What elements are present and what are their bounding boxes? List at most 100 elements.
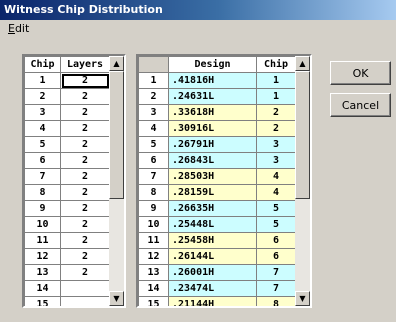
row-number: 14 [138,280,169,297]
layers-cell[interactable]: 2 [60,232,110,249]
chip-cell[interactable]: 6 [256,248,296,265]
chip-column-header[interactable]: Chip [256,56,296,73]
design-cell[interactable]: .24631L [168,88,257,105]
design-cell[interactable]: .25458H [168,232,257,249]
layers-cell[interactable]: 2 [60,104,110,121]
chip-cell[interactable]: 2 [256,120,296,137]
design-cell[interactable]: .26635H [168,200,257,217]
menu-edit-mnemonic: E [8,22,15,35]
chip-cell[interactable]: 2 [256,104,296,121]
design-cell[interactable]: .26791H [168,136,257,153]
table-row: 2.24631L 1 [138,88,296,105]
layers-cell[interactable]: 2 [60,120,110,137]
scroll-down-arrow-icon[interactable]: ▼ [109,291,124,306]
layers-cell[interactable]: 2 [60,152,110,169]
chip-cell: 9 [24,200,61,217]
table-row: 62 [24,152,110,169]
row-number: 9 [138,200,169,217]
table-row: 5.26791H 3 [138,136,296,153]
chip-cell[interactable]: 1 [256,72,296,89]
chip-cell[interactable]: 3 [256,152,296,169]
chip-cell[interactable]: 5 [256,216,296,233]
layers-cell[interactable]: 2 [60,216,110,233]
layers-cell[interactable]: 2 [60,248,110,265]
row-number: 11 [138,232,169,249]
design-cell[interactable]: .33618H [168,104,257,121]
table-row: 7.28503H 4 [138,168,296,185]
table-row: 10 2 [24,216,110,233]
table-row: 15 [24,296,110,306]
layers-cell[interactable] [60,296,110,306]
design-table: Design Chip 1.41816H 1 2.24631L 1 3.33618H 2 4… [136,54,312,308]
chip-cell[interactable]: 4 [256,184,296,201]
chip-cell: 8 [24,184,61,201]
chip-cell: 2 [24,88,61,105]
design-cell[interactable]: .30916L [168,120,257,137]
chip-cell[interactable]: 7 [256,264,296,281]
design-cell[interactable]: .26001H [168,264,257,281]
design-cell[interactable]: .26843L [168,152,257,169]
table-row: 13 2 [24,264,110,281]
design-cell[interactable]: .28159L [168,184,257,201]
layers-cell[interactable]: 2 [60,168,110,185]
row-number: 4 [138,120,169,137]
scrollbar-thumb[interactable] [295,71,310,199]
design-cell[interactable]: .23474L [168,280,257,297]
layers-cell[interactable]: 2 [60,88,110,105]
table-row: 4.30916L 2 [138,120,296,137]
ok-button[interactable]: OK [330,61,391,85]
chip-cell[interactable]: 7 [256,280,296,297]
chip-cell: 15 [24,296,61,306]
chip-cell[interactable]: 6 [256,232,296,249]
layers-cell[interactable]: 2 [60,184,110,201]
scroll-up-arrow-icon[interactable]: ▲ [295,56,310,71]
table-row: 15.21144H 8 [138,296,296,306]
layers-cell[interactable]: 2 [60,72,110,89]
table-row: 14 [24,280,110,297]
table-row: 92 [24,200,110,217]
design-cell[interactable]: .21144H [168,296,257,306]
table-row: 14.23474L 7 [138,280,296,297]
menu-bar: Edit [0,20,396,38]
row-number: 10 [138,216,169,233]
table-row: 42 [24,120,110,137]
layers-cell[interactable]: 2 [60,200,110,217]
cancel-button[interactable]: Cancel [330,93,391,117]
table-row: 6.26843L 3 [138,152,296,169]
table-row: 52 [24,136,110,153]
chip-cell: 7 [24,168,61,185]
row-number: 12 [138,248,169,265]
design-cell[interactable]: .41816H [168,72,257,89]
row-number: 7 [138,168,169,185]
chip-cell[interactable]: 4 [256,168,296,185]
chip-cell: 4 [24,120,61,137]
chip-cell: 13 [24,264,61,281]
scroll-up-arrow-icon[interactable]: ▲ [109,56,124,71]
design-cell[interactable]: .26144L [168,248,257,265]
chip-column-header[interactable]: Chip [24,56,61,73]
chip-cell[interactable]: 1 [256,88,296,105]
design-cell[interactable]: .25448L [168,216,257,233]
chip-cell: 11 [24,232,61,249]
chip-cell[interactable]: 5 [256,200,296,217]
layers-cell[interactable]: 2 [60,136,110,153]
chip-cell[interactable]: 3 [256,136,296,153]
layers-cell[interactable]: 2 [60,264,110,281]
design-scrollbar[interactable]: ▲ ▼ [295,56,310,306]
table-row: 12 [24,72,110,89]
chip-cell[interactable]: 8 [256,296,296,306]
menu-edit[interactable]: Edit [8,22,29,35]
chip-cell: 1 [24,72,61,89]
design-column-header[interactable]: Design [168,56,257,73]
table-row: 32 [24,104,110,121]
scroll-down-arrow-icon[interactable]: ▼ [295,291,310,306]
layers-scrollbar[interactable]: ▲ ▼ [109,56,124,306]
table-row: 72 [24,168,110,185]
scrollbar-thumb[interactable] [109,71,124,199]
row-number: 6 [138,152,169,169]
layers-column-header[interactable]: Layers [60,56,110,73]
row-number: 2 [138,88,169,105]
layers-cell[interactable] [60,280,110,297]
chip-cell: 3 [24,104,61,121]
design-cell[interactable]: .28503H [168,168,257,185]
